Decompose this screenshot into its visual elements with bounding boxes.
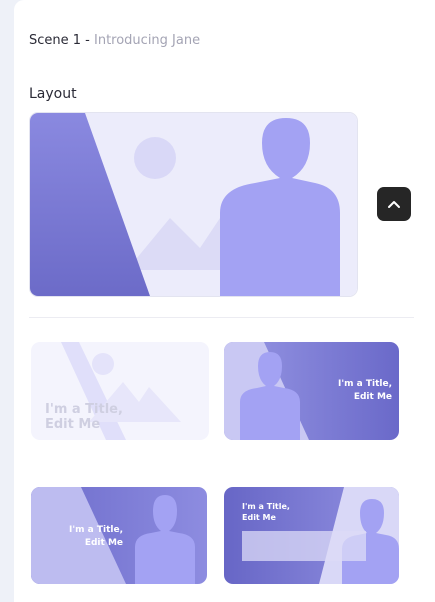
thumb-title-line2: Edit Me: [85, 538, 123, 548]
layout-illustration: [30, 113, 357, 296]
thumb-title-line1: I'm a Title,: [338, 379, 392, 389]
scene-title: Scene 1 - Introducing Jane: [29, 33, 200, 48]
thumb-title-line1: I'm a Title,: [242, 502, 290, 511]
thumb-title-line1: I'm a Title,: [45, 402, 123, 417]
scene-prefix: Scene 1 -: [29, 33, 94, 48]
scene-name: Introducing Jane: [94, 33, 201, 48]
thumb-title-line2: Edit Me: [45, 417, 100, 432]
sun-shape: [134, 137, 176, 179]
layout-thumbnail-4[interactable]: I'm a Title, Edit Me: [224, 487, 399, 584]
thumb-title-line1: I'm a Title,: [69, 525, 123, 535]
thumb-title-line2: Edit Me: [354, 392, 392, 402]
layout-thumbnail-3[interactable]: I'm a Title, Edit Me: [31, 487, 207, 584]
divider: [29, 317, 414, 318]
layout-thumbnail-1[interactable]: I'm a Title, Edit Me: [31, 342, 209, 440]
layout-thumbnail-2[interactable]: I'm a Title, Edit Me: [224, 342, 399, 440]
collapse-button[interactable]: [377, 187, 411, 221]
layout-label: Layout: [29, 86, 77, 102]
chevron-up-icon: [388, 201, 400, 208]
selected-layout-preview[interactable]: [29, 112, 358, 297]
thumb-title-line2: Edit Me: [242, 513, 277, 522]
